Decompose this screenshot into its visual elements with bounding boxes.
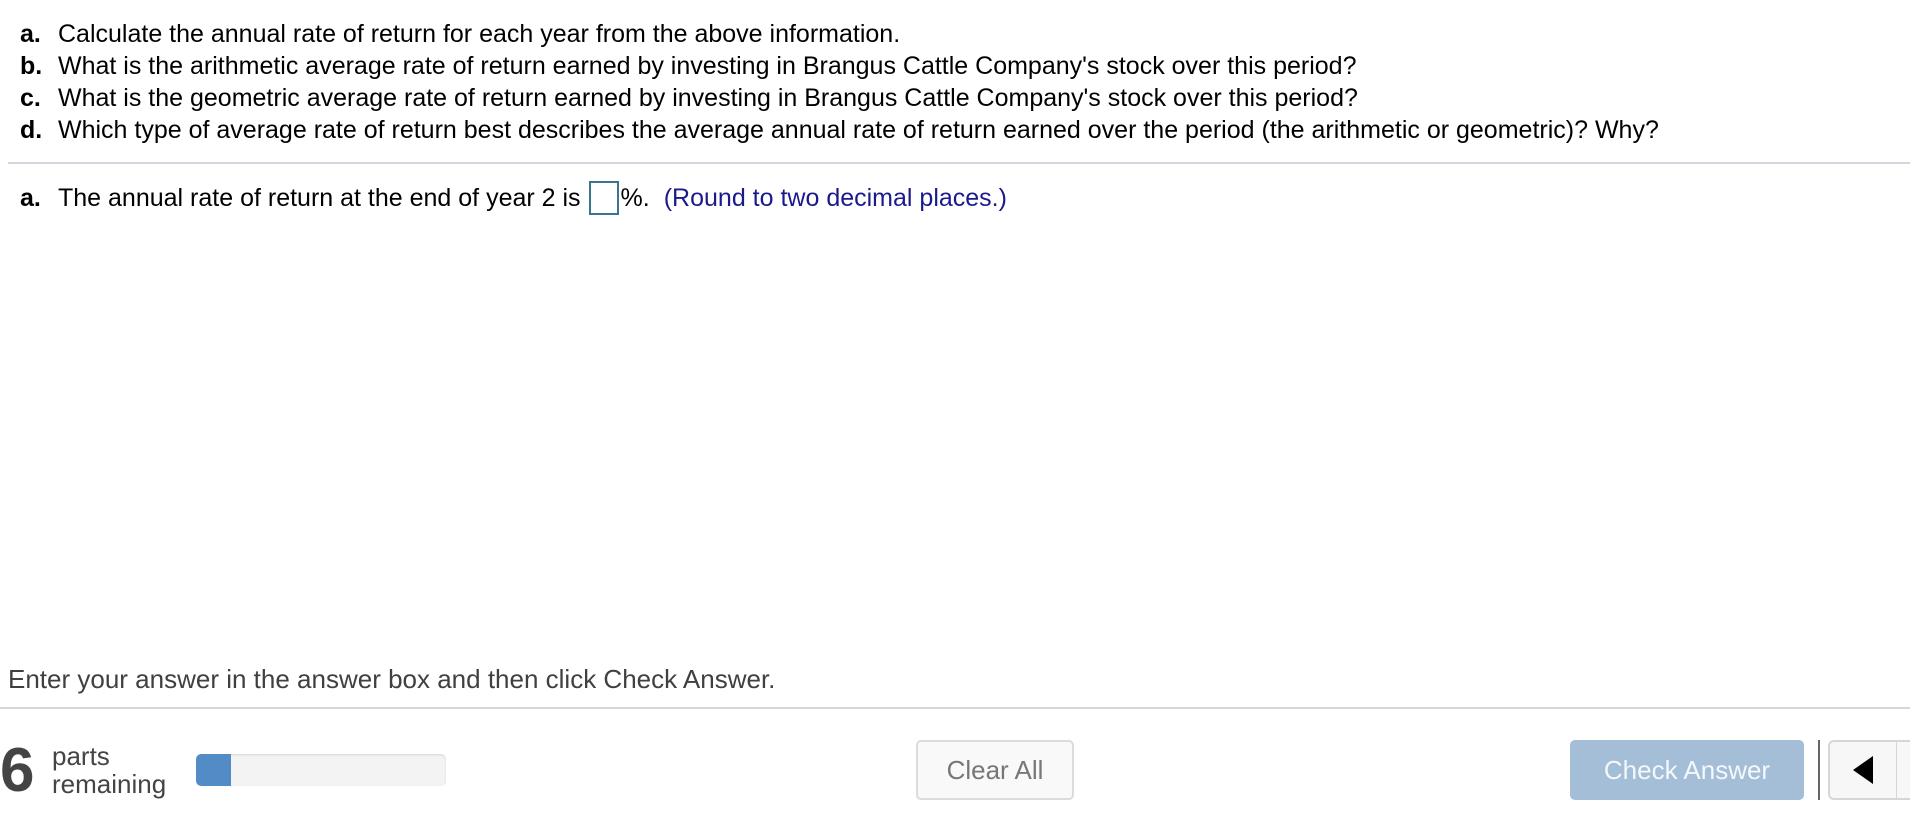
percent-suffix: %. (620, 184, 650, 212)
answer-row: a. The annual rate of return at the end … (20, 178, 1007, 218)
parts-label-line2: remaining (52, 769, 167, 799)
previous-button[interactable] (1828, 740, 1898, 800)
divider (0, 707, 1910, 709)
triangle-left-icon (1853, 756, 1873, 784)
question-letter: d. (20, 116, 43, 144)
question-letter: b. (20, 52, 43, 80)
answer-input[interactable] (588, 181, 619, 215)
button-separator (1818, 740, 1820, 800)
parts-label-line1: parts (52, 741, 110, 771)
parts-remaining-count: 6 (0, 736, 35, 805)
next-button[interactable] (1897, 740, 1910, 800)
question-text: What is the arithmetic average rate of r… (58, 52, 1357, 80)
instructions-text: Enter your answer in the answer box and … (8, 664, 776, 694)
check-answer-button[interactable]: Check Answer (1570, 740, 1804, 800)
rounding-hint: (Round to two decimal places.) (663, 184, 1007, 212)
answer-prefix: The annual rate of return at the end of … (58, 184, 581, 212)
progress-fill (196, 754, 231, 786)
question-list: a. Calculate the annual rate of return fo… (20, 18, 1659, 146)
question-b: b. What is the arithmetic average rate of… (20, 50, 1659, 82)
question-c: c. What is the geometric average rate of … (20, 82, 1659, 114)
question-text: What is the geometric average rate of re… (58, 84, 1358, 112)
progress-bar (196, 754, 446, 786)
question-a: a. Calculate the annual rate of return fo… (20, 18, 1659, 50)
question-text: Calculate the annual rate of return for … (58, 20, 901, 48)
answer-letter: a. (20, 184, 41, 212)
parts-remaining-label: parts remaining (52, 742, 166, 798)
question-text: Which type of average rate of return bes… (58, 116, 1659, 144)
question-d: d. Which type of average rate of return b… (20, 114, 1659, 146)
divider (8, 162, 1910, 164)
clear-all-button[interactable]: Clear All (916, 740, 1074, 800)
question-letter: a. (20, 20, 41, 48)
question-letter: c. (20, 84, 41, 112)
